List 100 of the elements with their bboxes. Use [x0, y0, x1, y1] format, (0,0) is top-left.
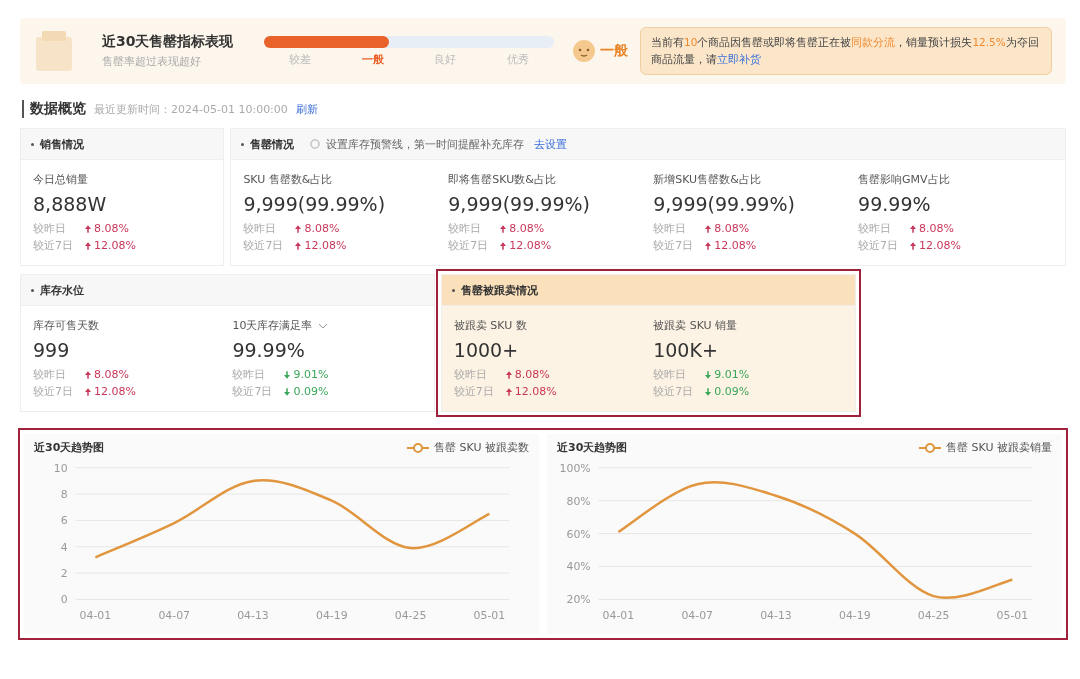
compare-label: 较昨日: [448, 221, 483, 237]
compare-value: 8.08%: [509, 221, 545, 237]
rating-label: 一般: [361, 51, 384, 67]
metric-label: 被跟卖 SKU 销量: [653, 318, 738, 333]
compare-value: 12.08%: [714, 238, 757, 254]
chevron-down-icon[interactable]: [318, 322, 329, 329]
compare-value: 12.08%: [514, 384, 557, 400]
metric-value: 9,999(99.99%): [243, 193, 387, 215]
chart-title: 近30天趋势图: [34, 440, 106, 455]
chart-title: 近30天趋势图: [557, 440, 629, 455]
metric-value: 1000+: [453, 339, 520, 361]
axis-tick-label: 04-07: [681, 609, 713, 623]
compare-value: 12.08%: [919, 238, 962, 254]
bullet-icon: [241, 142, 245, 146]
compare-label: 较近7日: [232, 384, 274, 400]
metric-value: 99.99%: [232, 339, 306, 361]
compare-value: 8.08%: [94, 221, 129, 237]
compare-label: 较近7日: [33, 384, 74, 400]
metric-label: SKU 售罄数&占比: [243, 172, 333, 187]
bullet-icon: [31, 142, 34, 146]
card-title: 销售情况: [40, 136, 84, 152]
compare-label: 较昨日: [653, 367, 688, 383]
axis-tick-label: 04-13: [760, 609, 792, 623]
compare-value: 12.08%: [509, 238, 552, 254]
metric-value: 100K+: [653, 339, 719, 361]
rating-label: 较差: [289, 51, 312, 67]
compare-value: 8.08%: [714, 221, 750, 237]
info-icon: [310, 139, 321, 149]
axis-tick-label: 04-01: [79, 609, 112, 623]
compare-value: 12.08%: [94, 238, 136, 254]
compare-value: 9.01%: [714, 367, 750, 383]
compare-label: 较近7日: [243, 238, 285, 254]
compare-label: 较近7日: [33, 238, 74, 254]
axis-tick-label: 6: [60, 514, 68, 528]
rating-label: 优秀: [506, 51, 529, 67]
axis-tick-label: 40%: [566, 560, 591, 574]
axis-tick-label: 04-25: [394, 609, 427, 623]
axis-tick-label: 04-19: [316, 609, 348, 623]
alert-text: 当前有10个商品因售罄或即将售罄正在被同款分流，销量预计损失12.5%为夺回商品流量，请立即补货: [651, 34, 1040, 68]
compare-value: 0.09%: [714, 384, 750, 400]
metric-label: 新增SKU售罄数&占比: [653, 172, 761, 187]
compare-label: 较昨日: [243, 221, 278, 237]
banner-subtitle: 售罄率超过表现超好: [102, 54, 202, 69]
axis-tick-label: 10: [53, 461, 68, 475]
card-title: 库存水位: [40, 282, 84, 298]
box-icon: [34, 29, 74, 73]
refresh-link[interactable]: 刷新: [295, 102, 318, 117]
compare-value: 8.08%: [514, 367, 550, 383]
metric-label: 今日总销量: [33, 172, 88, 187]
metric-value: 9,999(99.99%): [653, 193, 796, 215]
face-icon: [572, 39, 596, 63]
axis-tick-label: 0: [60, 593, 68, 607]
compare-label: 较昨日: [858, 221, 893, 237]
compare-value: 8.08%: [919, 221, 955, 237]
compare-label: 较近7日: [448, 238, 490, 254]
metric-label: 售罄影响GMV占比: [858, 172, 950, 187]
compare-value: 0.09%: [293, 384, 329, 400]
axis-tick-label: 04-07: [158, 609, 190, 623]
compare-label: 较近7日: [653, 238, 695, 254]
compare-value: 12.08%: [94, 384, 136, 400]
compare-label: 较近7日: [858, 238, 900, 254]
banner-title: 近30天售罄指标表现: [102, 33, 235, 51]
compare-value: 8.08%: [304, 221, 340, 237]
compare-label: 较昨日: [33, 221, 67, 237]
axis-tick-label: 2: [60, 567, 68, 581]
rating-label: 良好: [434, 51, 457, 67]
compare-label: 较昨日: [33, 367, 67, 383]
axis-tick-label: 04-25: [917, 609, 950, 623]
axis-tick-label: 04-01: [602, 609, 635, 623]
compare-label: 较昨日: [453, 367, 488, 383]
update-time: 最近更新时间：2024-05-01 10:00:00: [94, 102, 288, 117]
rating-text: 一般: [600, 42, 628, 60]
axis-tick-label: 04-13: [237, 609, 269, 623]
metric-label: 被跟卖 SKU 数: [453, 318, 527, 333]
compare-label: 较昨日: [653, 221, 688, 237]
metric-value: 999: [33, 339, 71, 361]
legend-label: 售罄 SKU 被跟卖数: [434, 440, 529, 455]
metric-value: 8,888W: [33, 193, 108, 215]
compare-value: 9.01%: [293, 367, 329, 383]
restock-link[interactable]: 立即补货: [717, 52, 761, 66]
hint-text: 设置库存预警线，第一时间提醒补充库存: [326, 136, 525, 152]
axis-tick-label: 05-01: [473, 609, 506, 623]
compare-label: 较近7日: [453, 384, 495, 400]
axis-tick-label: 04-19: [839, 609, 871, 623]
metric-label: 库存可售天数: [33, 318, 99, 333]
metric-label: 10天库存满足率: [232, 318, 313, 333]
bullet-icon: [31, 288, 34, 292]
axis-tick-label: 8: [60, 488, 68, 502]
compare-value: 12.08%: [304, 238, 347, 254]
axis-tick-label: 100%: [559, 461, 591, 475]
compare-label: 较昨日: [232, 367, 267, 383]
legend-label: 售罄 SKU 被跟卖销量: [946, 440, 1052, 455]
bullet-icon: [451, 288, 455, 292]
compare-label: 较近7日: [653, 384, 695, 400]
legend-icon: [407, 442, 430, 453]
settings-link[interactable]: 去设置: [534, 136, 568, 152]
compare-value: 8.08%: [94, 367, 129, 383]
axis-tick-label: 05-01: [996, 609, 1029, 623]
legend-icon: [919, 442, 942, 453]
axis-tick-label: 20%: [566, 593, 591, 607]
